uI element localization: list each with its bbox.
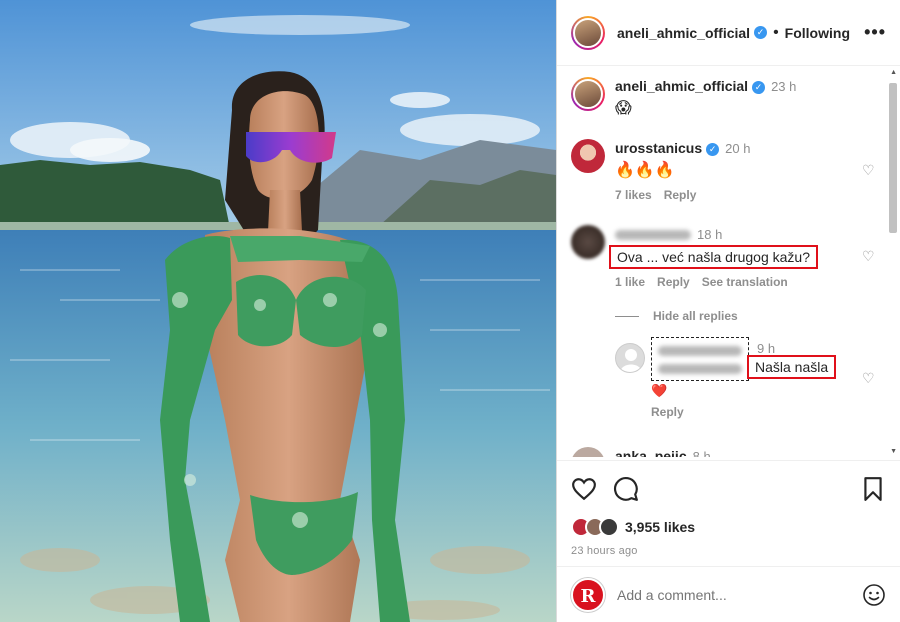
- caption: aneli_ahmic_official ✓ 23 h 😱: [571, 77, 886, 117]
- commenter-username[interactable]: urosstanicus: [615, 140, 702, 156]
- comment-text: Ova ... već našla drugog kažu?: [609, 245, 818, 269]
- emoji-smile-icon[interactable]: [862, 583, 886, 607]
- scroll-thumb[interactable]: [889, 83, 897, 233]
- comment-time[interactable]: 20 h: [725, 141, 750, 156]
- comment-item: 18 h Ova ... već našla drugog kažu? 1 li…: [571, 225, 886, 295]
- caption-time[interactable]: 23 h: [771, 79, 796, 94]
- divider: [615, 315, 639, 317]
- verified-icon: ✓: [706, 142, 720, 156]
- reply-button[interactable]: Reply: [657, 275, 690, 289]
- hide-replies[interactable]: Hide all replies: [615, 309, 886, 323]
- user-avatar-logo[interactable]: R: [571, 577, 605, 612]
- see-translation-link[interactable]: See translation: [702, 275, 788, 289]
- like-comment-heart-icon[interactable]: ♡: [862, 249, 876, 263]
- commenter-avatar[interactable]: [571, 225, 605, 259]
- default-avatar-icon: [620, 349, 642, 372]
- reply-item: 9 h Našla našla ❤️ Reply ♡: [615, 337, 886, 427]
- liker-avatar[interactable]: [599, 517, 619, 537]
- reply-time[interactable]: 9 h: [757, 341, 775, 356]
- comment-icon[interactable]: [613, 476, 639, 502]
- verified-icon: ✓: [754, 26, 768, 39]
- reply-button[interactable]: Reply: [651, 405, 684, 419]
- bookmark-icon[interactable]: [860, 476, 886, 502]
- author-avatar[interactable]: [571, 15, 605, 50]
- verified-icon: ✓: [752, 80, 766, 94]
- comments-list[interactable]: aneli_ahmic_official ✓ 23 h 😱 urosstanicus…: [557, 67, 886, 457]
- commenter-avatar[interactable]: [571, 447, 605, 457]
- following-button[interactable]: Following: [785, 25, 850, 41]
- post-photo[interactable]: [0, 0, 556, 622]
- separator-dot: •: [773, 23, 779, 41]
- author-username[interactable]: aneli_ahmic_official: [617, 25, 750, 41]
- like-comment-heart-icon[interactable]: ♡: [862, 371, 876, 385]
- like-comment-heart-icon[interactable]: ♡: [862, 163, 876, 177]
- caption-emoji: 😱: [615, 100, 632, 117]
- scroll-up-arrow-icon[interactable]: ▲: [890, 69, 897, 76]
- comment-likes[interactable]: 7 likes: [615, 188, 652, 202]
- reply-emoji: ❤️: [651, 383, 668, 398]
- reply-text: Našla našla: [747, 355, 837, 379]
- post-header: aneli_ahmic_official ✓ • Following •••: [557, 0, 900, 66]
- commenter-avatar[interactable]: [571, 139, 605, 173]
- scroll-down-arrow-icon[interactable]: ▼: [890, 448, 897, 455]
- add-comment-input[interactable]: [617, 586, 862, 603]
- post-sidebar: aneli_ahmic_official ✓ • Following ••• a…: [556, 0, 900, 622]
- blurred-username: [615, 230, 691, 241]
- comment-text: 🔥🔥🔥: [615, 162, 675, 179]
- caption-username[interactable]: aneli_ahmic_official: [615, 78, 748, 94]
- comment-item: urosstanicus ✓ 20 h 🔥🔥🔥 7 likes Reply ♡: [571, 139, 886, 202]
- hide-replies-label[interactable]: Hide all replies: [653, 309, 738, 323]
- blurred-username-box: [651, 337, 749, 381]
- commenter-username[interactable]: anka_pejic: [615, 448, 687, 457]
- likes-count[interactable]: 3,955 likes: [625, 519, 695, 535]
- reply-avatar[interactable]: [615, 343, 645, 373]
- caption-avatar[interactable]: [571, 77, 605, 111]
- add-comment-bar: R: [557, 566, 900, 622]
- reply-button[interactable]: Reply: [664, 188, 697, 202]
- beach-photo-illustration: [0, 0, 556, 622]
- heart-icon[interactable]: [571, 476, 597, 502]
- comments-scrollbar[interactable]: ▲ ▼: [888, 67, 898, 457]
- comment-likes[interactable]: 1 like: [615, 275, 645, 289]
- comment-time[interactable]: 18 h: [697, 227, 722, 242]
- blurred-username: [658, 364, 742, 374]
- comment-time[interactable]: 8 h: [693, 449, 711, 457]
- more-horizontal-icon[interactable]: •••: [864, 22, 886, 43]
- blurred-username: [658, 346, 742, 356]
- post-actions: 3,955 likes 23 hours ago: [557, 460, 900, 560]
- post-timestamp[interactable]: 23 hours ago: [571, 545, 886, 557]
